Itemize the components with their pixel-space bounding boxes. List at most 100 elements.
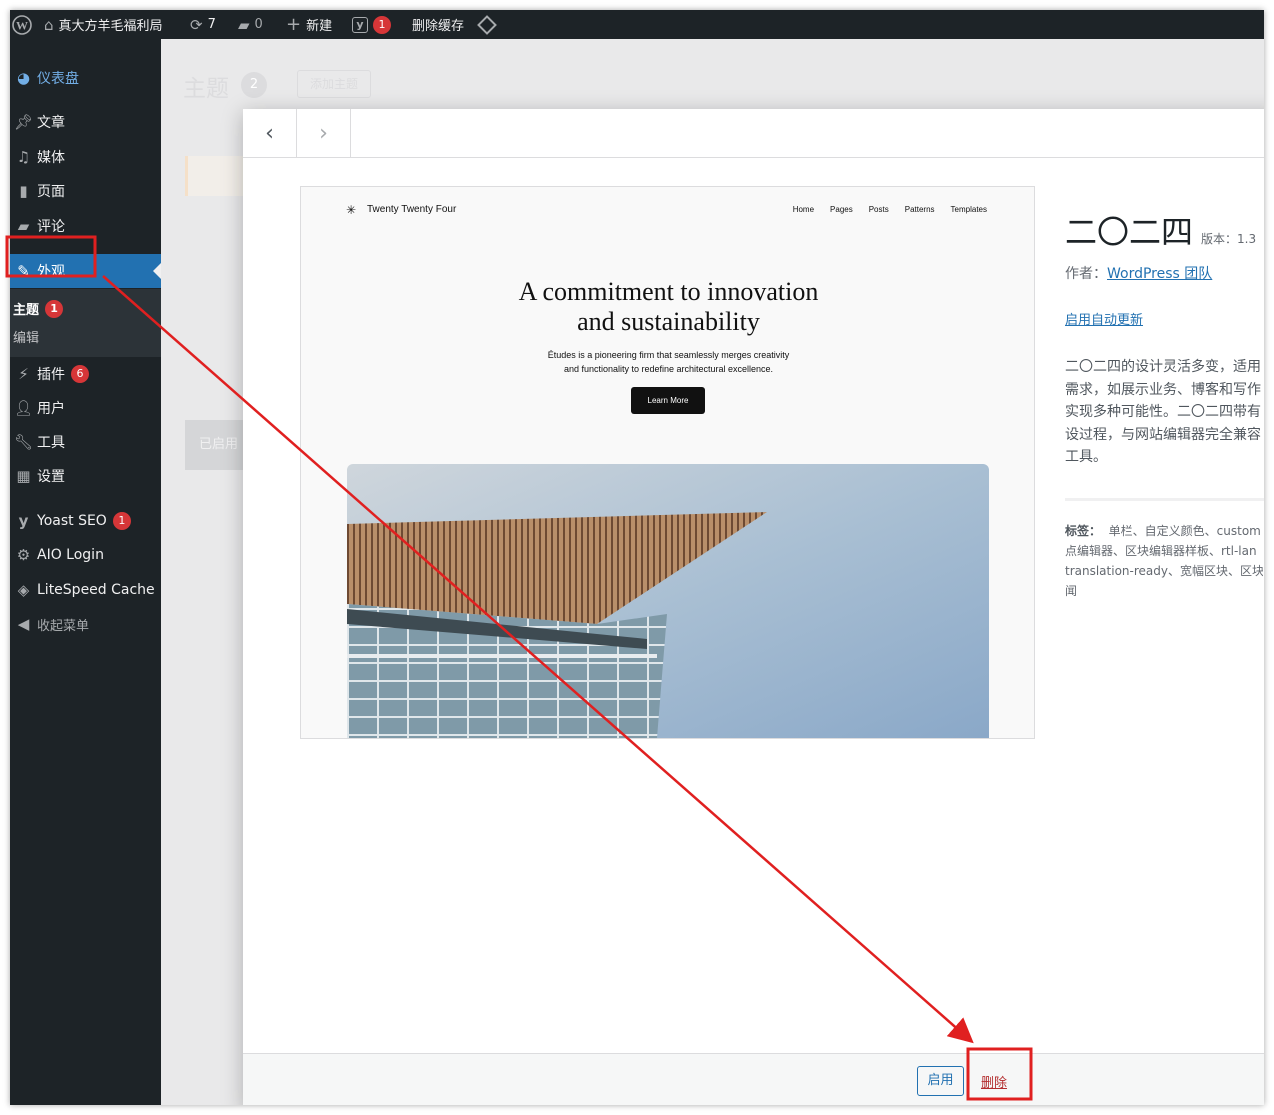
description-line: 工具。 [1065, 449, 1107, 465]
appearance-submenu: 主题 1 编辑 [10, 289, 161, 357]
menu-label: 页面 [37, 184, 65, 200]
yoast-badge: 1 [373, 15, 391, 34]
menu-label: 收起菜单 [37, 618, 90, 634]
menu-settings[interactable]: ▦ 设置 [10, 459, 161, 493]
menu-label: Yoast SEO [37, 513, 107, 529]
author-link[interactable]: WordPress 团队 [1107, 266, 1212, 282]
comment-icon: ▰ [238, 15, 250, 34]
enable-auto-update-link[interactable]: 启用自动更新 [1065, 309, 1143, 328]
description-line: 实现多种可能性。二〇二四带有 [1065, 404, 1261, 420]
comments-count: 0 [254, 17, 263, 32]
screenshot-nav-item: Pages [830, 205, 853, 214]
screenshot-headline: A commitment to innovation and sustainab… [301, 277, 1034, 337]
screenshot-nav-item: Posts [868, 205, 889, 214]
menu-appearance[interactable]: ✎ 外观 [10, 254, 161, 288]
page-icon: ▮ [19, 182, 28, 200]
theme-name-text: 二〇二四 [1065, 213, 1194, 251]
menu-pages[interactable]: ▮ 页面 [10, 174, 161, 208]
site-name-label: 真大方羊毛福利局 [58, 19, 163, 34]
headline-line: and sustainability [577, 307, 760, 336]
menu-users[interactable]: 👤︎ 用户 [10, 391, 161, 425]
menu-plugins[interactable]: ⚡︎ 插件 6 [10, 357, 161, 391]
menu-label: 评论 [37, 219, 65, 235]
next-theme-button[interactable]: › [297, 109, 351, 157]
menu-label: 工具 [37, 435, 65, 451]
menu-litespeed-cache[interactable]: ◈ LiteSpeed Cache [10, 573, 161, 607]
comment-icon: ▰ [17, 217, 30, 235]
screenshot-nav-item: Home [792, 205, 815, 214]
menu-comments[interactable]: ▰ 评论 [10, 209, 161, 243]
litespeed-adminbar-link[interactable] [477, 10, 497, 39]
admin-sidebar: ◕ 仪表盘 📌︎ 文章 ♫ 媒体 ▮ 页面 ▰ 评论 ✎ 外观 主题 1 编辑 … [10, 39, 161, 1105]
menu-label: LiteSpeed Cache [37, 582, 155, 598]
screenshot-nav: Home Pages Posts Patterns Templates [793, 205, 987, 214]
submenu-label: 编辑 [13, 331, 40, 346]
modal-header: ‹ › [243, 109, 1264, 158]
comments-link[interactable]: ▰ 0 [238, 10, 263, 39]
screenshot-nav-item: Templates [950, 205, 987, 214]
purge-label: 删除缓存 [412, 19, 465, 34]
tags-line: 点编辑器、区块编辑器样板、rtl-lan [1065, 544, 1257, 558]
submenu-themes[interactable]: 主题 1 [13, 299, 64, 318]
previous-theme-button[interactable]: ‹ [243, 109, 297, 157]
menu-label: AIO Login [37, 547, 104, 563]
wordpress-logo-button[interactable]: W [12, 10, 32, 39]
menu-label: 插件 [37, 367, 65, 383]
theme-version: 版本：1.3 [1201, 232, 1257, 246]
menu-dashboard[interactable]: ◕ 仪表盘 [10, 61, 161, 95]
new-label: 新建 [306, 19, 333, 34]
wordpress-logo-icon: W [12, 14, 32, 35]
description-line: 二〇二四的设计灵活多变，适用 [1065, 359, 1261, 375]
menu-posts[interactable]: 📌︎ 文章 [10, 105, 161, 139]
browser-frame: W ⌂ 真大方羊毛福利局 ⟳ 7 ▰ 0 + 新建 y 1 删除缓存 ◕ 仪表盘… [10, 10, 1264, 1105]
headline-line: A commitment to innovation [518, 277, 819, 306]
paragraph-line: and functionality to redefine architectu… [563, 364, 774, 374]
pin-icon: 📌︎ [13, 113, 34, 131]
menu-collapse[interactable]: ◀ 收起菜单 [10, 607, 161, 641]
theme-name: 二〇二四 版本：1.3 [1065, 207, 1256, 253]
collapse-icon: ◀ [17, 615, 30, 633]
brush-icon: ✎ [17, 262, 30, 280]
plus-icon: + [286, 14, 302, 35]
author-label: 作者： [1065, 266, 1107, 282]
theme-description: 二〇二四的设计灵活多变，适用 需求，如展示业务、博客和写作 实现多种可能性。二〇… [1065, 356, 1263, 469]
litespeed-icon: ◈ [17, 581, 30, 599]
activate-theme-button[interactable]: 启用 [917, 1066, 964, 1096]
media-icon: ♫ [16, 148, 31, 166]
submenu-editor[interactable]: 编辑 [13, 327, 39, 346]
menu-label: 文章 [37, 115, 65, 131]
admin-bar: W ⌂ 真大方羊毛福利局 ⟳ 7 ▰ 0 + 新建 y 1 删除缓存 [10, 10, 1264, 39]
theme-screenshot: ✳ Twenty Twenty Four Home Pages Posts Pa… [300, 186, 1035, 739]
modal-footer: 启用 删除 [243, 1053, 1264, 1105]
site-logo-icon: ✳ [346, 203, 357, 217]
litespeed-icon [477, 14, 497, 35]
yoast-icon: y [352, 16, 368, 33]
menu-tools[interactable]: 🔧︎ 工具 [10, 425, 161, 459]
gear-icon: ⚙ [16, 546, 31, 564]
updates-link[interactable]: ⟳ 7 [190, 10, 216, 39]
user-icon: 👤︎ [13, 399, 34, 417]
chevron-right-icon: › [319, 120, 328, 146]
yoast-badge: 1 [112, 512, 131, 530]
site-name-link[interactable]: ⌂ 真大方羊毛福利局 [44, 10, 163, 39]
wrench-icon: 🔧︎ [13, 433, 34, 451]
add-theme-button[interactable]: 添加主题 [297, 70, 371, 98]
description-line: 设过程，与网站编辑器完全兼容 [1065, 426, 1261, 443]
menu-yoast-seo[interactable]: y Yoast SEO 1 [10, 504, 161, 538]
chevron-left-icon: ‹ [265, 120, 274, 146]
menu-label: 设置 [37, 469, 65, 485]
plugins-badge: 6 [71, 365, 89, 383]
delete-theme-link[interactable]: 删除 [981, 1072, 1007, 1091]
new-content-link[interactable]: + 新建 [286, 10, 332, 39]
theme-author: 作者：WordPress 团队 [1065, 263, 1212, 283]
page-title: 主题 [183, 76, 229, 102]
tags-line: 单栏、自定义颜色、custom [1108, 524, 1261, 538]
yoast-adminbar-link[interactable]: y 1 [352, 10, 391, 39]
divider [1065, 498, 1264, 501]
menu-aio-login[interactable]: ⚙ AIO Login [10, 538, 161, 572]
screenshot-paragraph: Études is a pioneering firm that seamles… [301, 348, 1034, 376]
menu-media[interactable]: ♫ 媒体 [10, 140, 161, 174]
settings-icon: ▦ [16, 467, 31, 485]
purge-cache-link[interactable]: 删除缓存 [412, 10, 464, 39]
screenshot-learn-more-button: Learn More [631, 387, 705, 414]
